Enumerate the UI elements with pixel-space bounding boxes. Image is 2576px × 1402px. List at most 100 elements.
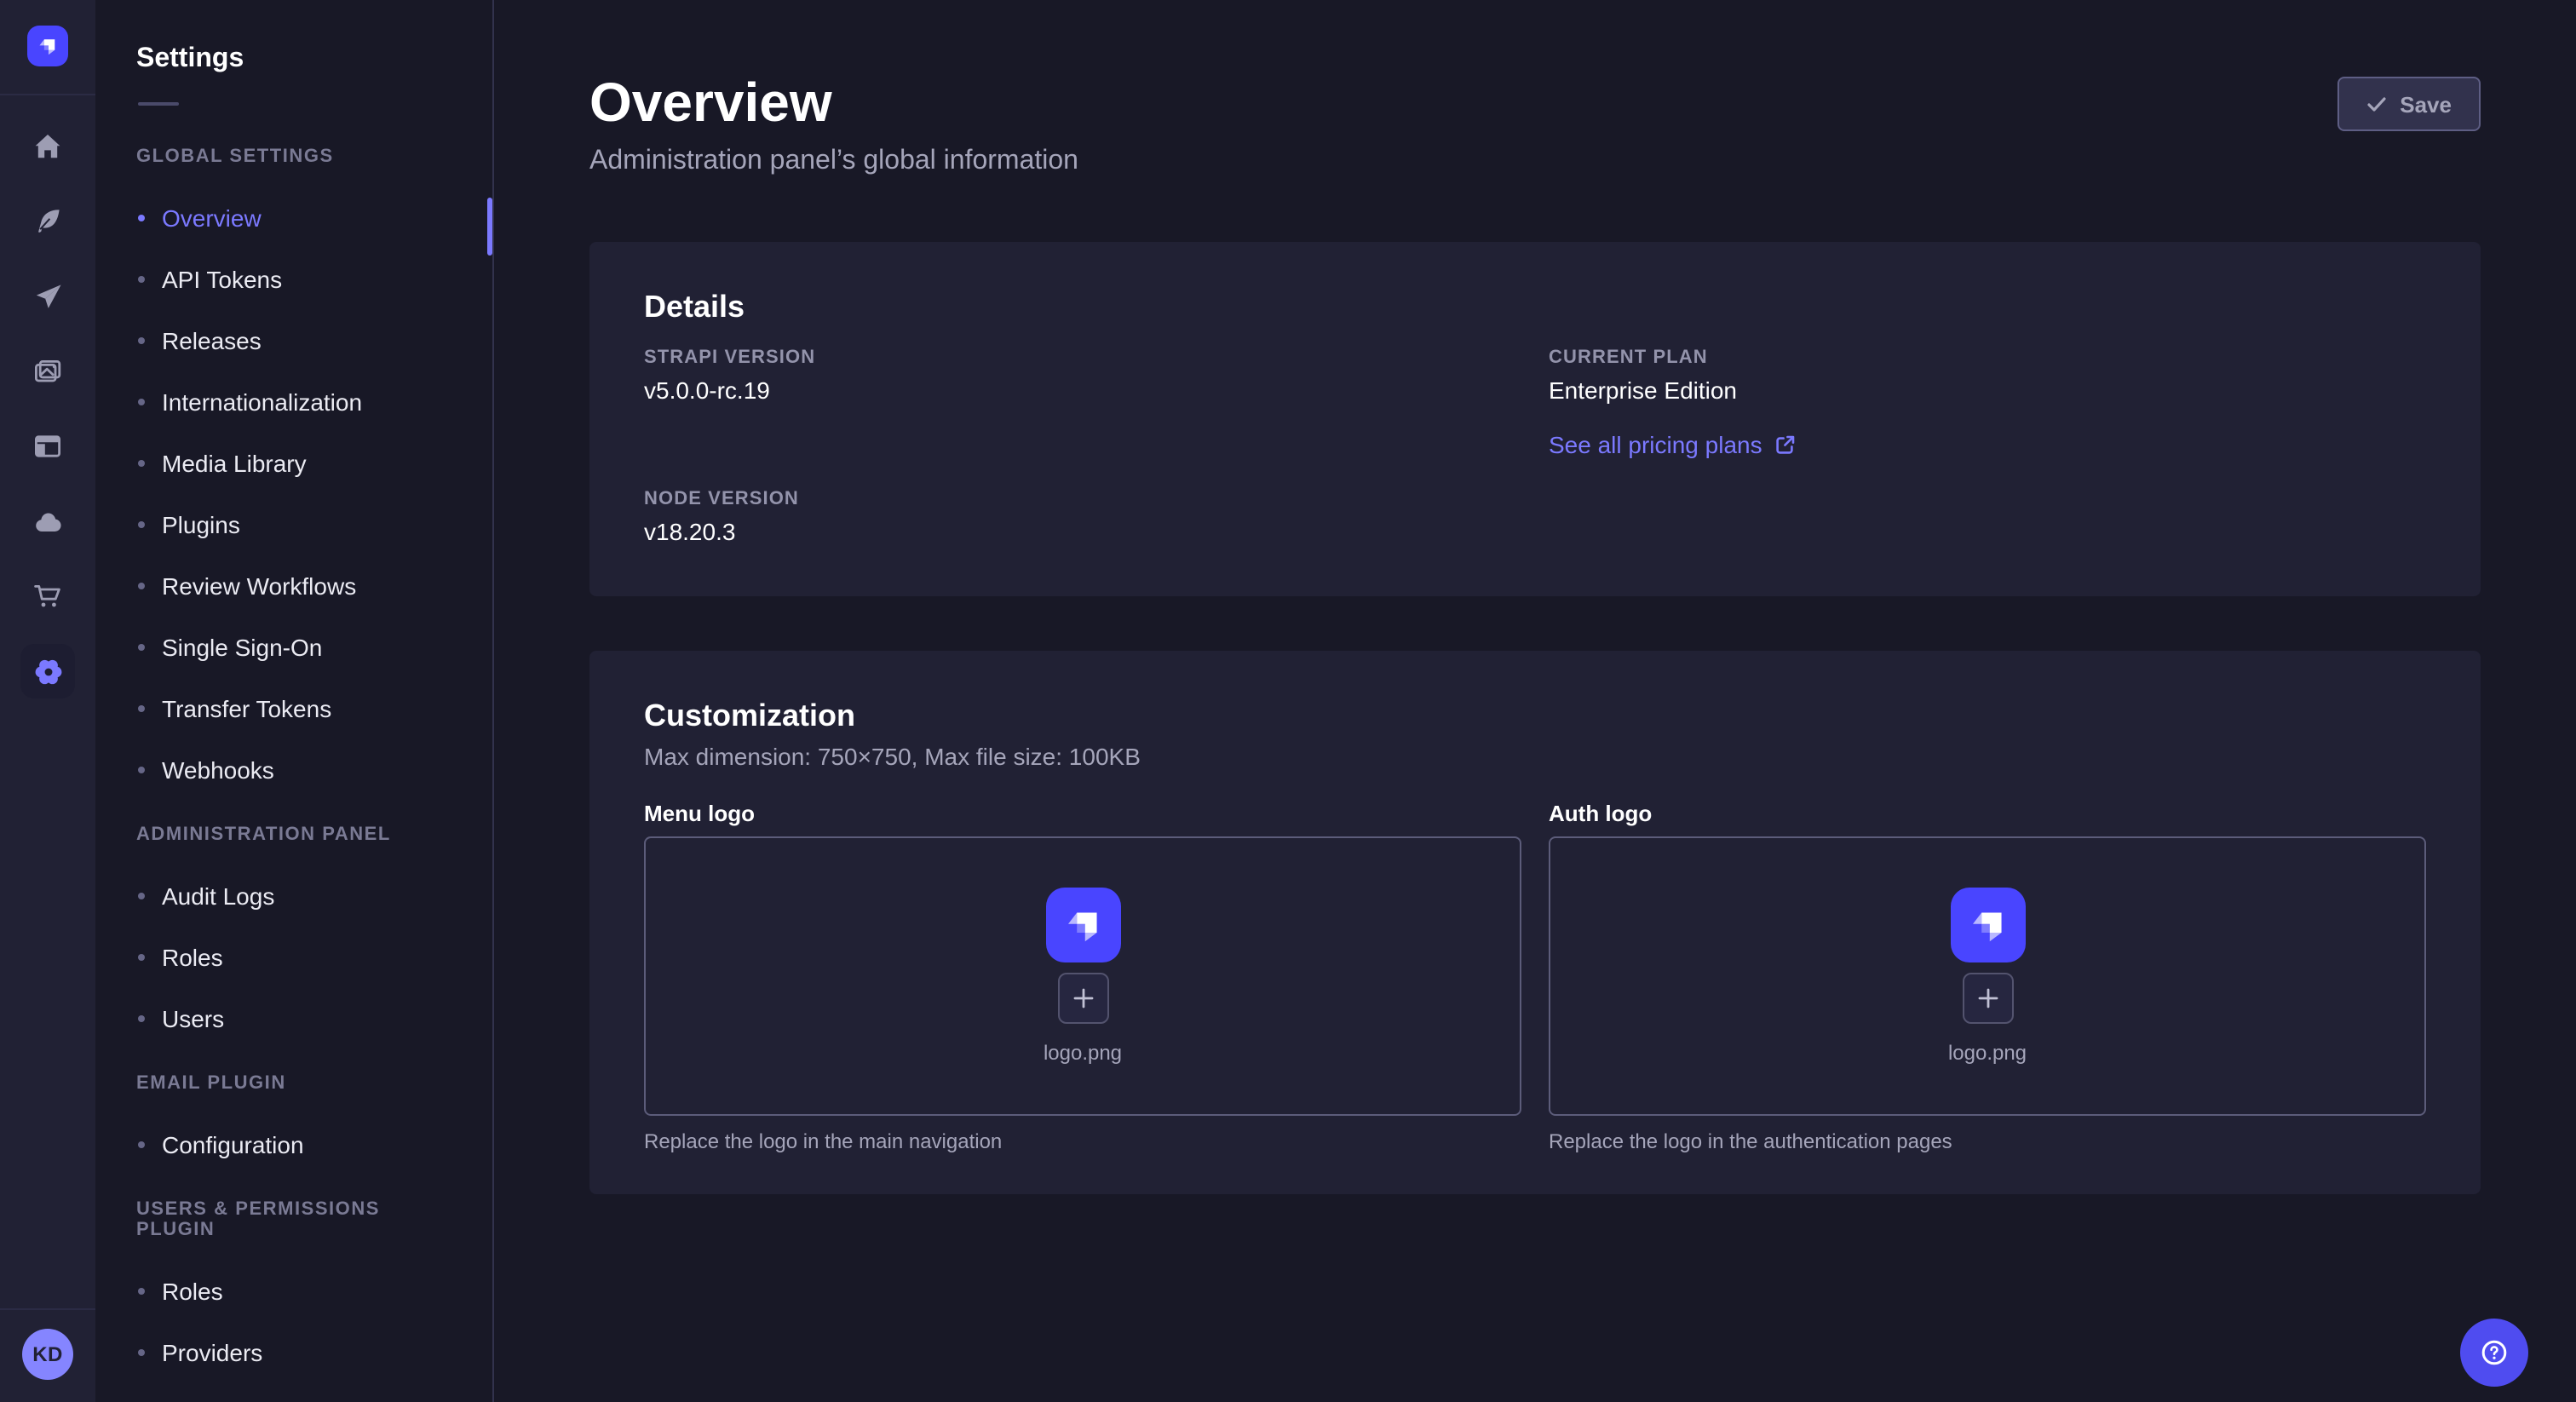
subnav-item-audit-logs[interactable]: Audit Logs: [95, 865, 492, 927]
details-right-column: CURRENT PLAN Enterprise Edition See all …: [1549, 327, 2426, 545]
question-mark-icon: [2477, 1336, 2511, 1370]
field-label: NODE VERSION: [644, 489, 1521, 509]
settings-subnav: Settings GLOBAL SETTINGS Overview API To…: [95, 0, 494, 1402]
subnav-item-webhooks[interactable]: Webhooks: [95, 739, 492, 801]
customization-subtitle: Max dimension: 750×750, Max file size: 1…: [644, 743, 2426, 770]
strapi-logo-icon: [34, 32, 61, 60]
bullet-icon: [138, 644, 145, 651]
page-header: Overview Administration panel’s global i…: [589, 68, 2481, 177]
subnav-item-overview[interactable]: Overview: [95, 187, 492, 249]
subnav-item-email-configuration[interactable]: Configuration: [95, 1114, 492, 1175]
main-content: Overview Administration panel’s global i…: [494, 0, 2576, 1402]
bullet-icon: [138, 1288, 145, 1295]
nav-divider-bottom: [0, 1308, 95, 1310]
section-administration-panel: ADMINISTRATION PANEL Audit Logs Roles Us…: [95, 825, 492, 1049]
subnav-item-releases[interactable]: Releases: [95, 310, 492, 371]
nav-bottom: KD: [0, 1308, 95, 1402]
nav-divider: [0, 94, 95, 95]
home-icon: [32, 131, 63, 162]
active-item-indicator: [487, 198, 492, 256]
menu-logo-dropzone[interactable]: logo.png: [644, 836, 1521, 1116]
save-button[interactable]: Save: [2337, 77, 2481, 131]
field-value: v5.0.0-rc.19: [644, 376, 1521, 404]
bullet-icon: [138, 767, 145, 773]
sidebar-item-cloud[interactable]: [0, 484, 95, 559]
sidebar-item-content-manager[interactable]: [0, 409, 95, 484]
strapi-logo-icon: [1962, 899, 2013, 951]
current-auth-logo: [1950, 888, 2025, 962]
paper-plane-icon: [32, 280, 64, 313]
bullet-icon: [138, 399, 145, 405]
images-icon: [32, 356, 63, 387]
section-email-plugin: EMAIL PLUGIN Configuration: [95, 1073, 492, 1175]
strapi-logo[interactable]: [27, 26, 68, 66]
pricing-plans-link[interactable]: See all pricing plans: [1549, 431, 1797, 458]
user-avatar[interactable]: KD: [22, 1329, 73, 1380]
bullet-icon: [138, 276, 145, 283]
subnav-item-transfer-tokens[interactable]: Transfer Tokens: [95, 678, 492, 739]
details-title: Details: [644, 286, 2426, 327]
menu-logo-filename: logo.png: [1044, 1041, 1122, 1065]
subnav-item-admin-users[interactable]: Users: [95, 988, 492, 1049]
current-plan-field: CURRENT PLAN Enterprise Edition: [1549, 348, 2426, 404]
sidebar-item-marketplace[interactable]: [0, 559, 95, 634]
subnav-item-single-sign-on[interactable]: Single Sign-On: [95, 617, 492, 678]
bullet-icon: [138, 1015, 145, 1022]
field-label: CURRENT PLAN: [1549, 348, 2426, 368]
external-link-icon: [1776, 434, 1797, 455]
bullet-icon: [138, 705, 145, 712]
field-value: Enterprise Edition: [1549, 376, 2426, 404]
main-nav: KD: [0, 0, 95, 1402]
auth-logo-filename: logo.png: [1948, 1041, 2027, 1065]
customization-card: Customization Max dimension: 750×750, Ma…: [589, 651, 2481, 1194]
bullet-icon: [138, 893, 145, 899]
subnav-item-api-tokens[interactable]: API Tokens: [95, 249, 492, 310]
section-label: USERS & PERMISSIONS PLUGIN: [95, 1199, 492, 1240]
menu-logo-label: Menu logo: [644, 801, 1521, 826]
sidebar-item-settings[interactable]: [0, 634, 95, 709]
customization-title: Customization: [644, 695, 2426, 736]
help-button[interactable]: [2460, 1319, 2528, 1387]
feather-icon: [32, 206, 63, 237]
bullet-icon: [138, 1349, 145, 1356]
details-card: Details STRAPI VERSION v5.0.0-rc.19 NODE…: [589, 242, 2481, 596]
page-title: Overview: [589, 68, 1078, 136]
menu-logo-block: Menu logo: [644, 801, 1521, 1153]
section-label: ADMINISTRATION PANEL: [95, 825, 492, 845]
subnav-item-plugins[interactable]: Plugins: [95, 494, 492, 555]
subnav-item-internationalization[interactable]: Internationalization: [95, 371, 492, 433]
bullet-icon: [138, 1141, 145, 1148]
window-layout-icon: [32, 431, 63, 462]
node-version-field: NODE VERSION v18.20.3: [644, 489, 1521, 545]
subnav-title: Settings: [136, 44, 451, 75]
main-nav-icons: [0, 109, 95, 709]
page-subtitle: Administration panel’s global informatio…: [589, 147, 1078, 177]
sidebar-item-media-library[interactable]: [0, 334, 95, 409]
subnav-item-admin-roles[interactable]: Roles: [95, 927, 492, 988]
section-users-permissions-plugin: USERS & PERMISSIONS PLUGIN Roles Provide…: [95, 1199, 492, 1383]
auth-logo-label: Auth logo: [1549, 801, 2426, 826]
field-value: v18.20.3: [644, 518, 1521, 545]
auth-logo-caption: Replace the logo in the authentication p…: [1549, 1129, 2426, 1153]
sidebar-item-home[interactable]: [0, 109, 95, 184]
settings-active-tile: [20, 644, 75, 698]
subnav-item-media-library[interactable]: Media Library: [95, 433, 492, 494]
section-global-settings: GLOBAL SETTINGS Overview API Tokens Rele…: [95, 147, 492, 801]
subnav-item-up-providers[interactable]: Providers: [95, 1322, 492, 1383]
plus-icon: [1975, 986, 1999, 1010]
auth-logo-block: Auth logo: [1549, 801, 2426, 1153]
section-label: GLOBAL SETTINGS: [95, 147, 492, 167]
bullet-icon: [138, 954, 145, 961]
subnav-item-review-workflows[interactable]: Review Workflows: [95, 555, 492, 617]
add-auth-logo-button[interactable]: [1962, 973, 2013, 1024]
auth-logo-dropzone[interactable]: logo.png: [1549, 836, 2426, 1116]
bullet-icon: [138, 583, 145, 589]
bullet-icon: [138, 521, 145, 528]
sidebar-item-deploy[interactable]: [0, 259, 95, 334]
sidebar-item-content-builder[interactable]: [0, 184, 95, 259]
add-menu-logo-button[interactable]: [1057, 973, 1108, 1024]
check-icon: [2366, 94, 2386, 114]
bullet-icon: [138, 460, 145, 467]
details-left-column: STRAPI VERSION v5.0.0-rc.19 NODE VERSION…: [644, 327, 1521, 545]
subnav-item-up-roles[interactable]: Roles: [95, 1261, 492, 1322]
